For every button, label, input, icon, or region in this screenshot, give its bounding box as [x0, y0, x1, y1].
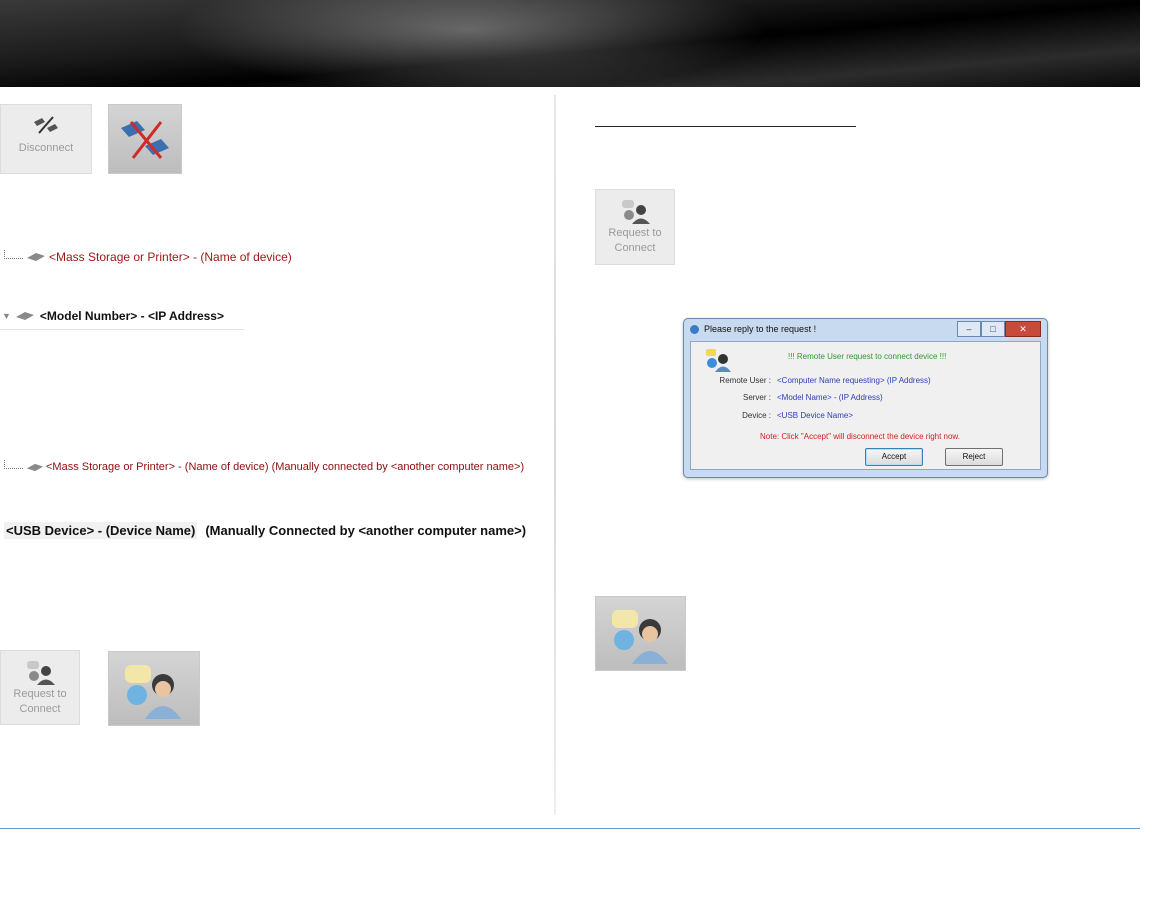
- tree-connector: [4, 249, 23, 259]
- header-banner: [0, 0, 1140, 87]
- server-device-icon: [15, 312, 34, 320]
- storage-device-icon: [26, 463, 44, 471]
- tree-item-mass-storage: <Mass Storage or Printer> - (Name of dev…: [4, 249, 292, 264]
- request-connect-large-icon: [611, 609, 668, 664]
- dialog-note: Note: Click "Accept" will disconnect the…: [760, 432, 960, 441]
- window-controls: – □ ✕: [957, 321, 1041, 337]
- tree-item-label: <Model Number> - <IP Address>: [39, 309, 224, 323]
- request-label-line1: Request to: [608, 227, 662, 239]
- server-label: Server :: [742, 393, 771, 402]
- section-heading-underline: [595, 126, 856, 127]
- storage-device-icon: [27, 253, 45, 261]
- tree-item-label: <Mass Storage or Printer> - (Name of dev…: [49, 250, 292, 264]
- accept-button[interactable]: Accept: [865, 448, 923, 466]
- remote-user-label: Remote User :: [719, 376, 771, 385]
- usb-device-line: <USB Device> - (Device Name) (Manually C…: [4, 522, 526, 539]
- disconnect-large-image: [108, 104, 182, 174]
- dialog-body: !!! Remote User request to connect devic…: [690, 341, 1041, 470]
- column-divider: [554, 95, 556, 815]
- device-label: Device :: [742, 411, 771, 420]
- maximize-icon[interactable]: □: [981, 321, 1005, 337]
- disconnect-label: Disconnect: [18, 142, 74, 154]
- request-connect-button-image: Request to Connect: [0, 650, 80, 725]
- request-connect-icon: [622, 200, 650, 224]
- dialog-message: !!! Remote User request to connect devic…: [788, 352, 947, 361]
- request-connect-large-image: [108, 651, 200, 726]
- tree-item-manually-connected: <Mass Storage or Printer> - (Name of dev…: [4, 459, 525, 473]
- minimize-icon[interactable]: –: [957, 321, 981, 337]
- close-icon[interactable]: ✕: [1005, 321, 1041, 337]
- request-dialog: Please reply to the request ! – □ ✕ !!! …: [683, 318, 1048, 478]
- disconnect-button-image: Disconnect: [0, 104, 92, 174]
- server-value: <Model Name> - (IP Address): [777, 393, 883, 402]
- tree-separator: [0, 329, 244, 330]
- request-label-line1: Request to: [13, 688, 67, 700]
- dialog-app-icon: [690, 325, 699, 334]
- request-label-line2: Connect: [614, 242, 656, 254]
- request-connect-large-icon: [125, 664, 181, 719]
- request-connect-button-image: Request to Connect: [595, 189, 675, 265]
- disconnect-large-icon: [121, 121, 169, 159]
- device-value: <USB Device Name>: [777, 411, 854, 420]
- reject-button[interactable]: Reject: [945, 448, 1003, 466]
- request-connect-icon: [706, 349, 731, 372]
- disconnect-icon: [34, 116, 58, 134]
- request-connect-large-image: [595, 596, 686, 671]
- footer-rule: [0, 828, 1140, 829]
- usb-device-name: <USB Device> - (Device Name): [4, 522, 198, 539]
- tree-item-label: <Mass Storage or Printer> - (Name of dev…: [46, 461, 525, 473]
- remote-user-value: <Computer Name requesting> (IP Address): [777, 376, 931, 385]
- tree-connector: [4, 459, 23, 469]
- tree-item-server: ▼ <Model Number> - <IP Address>: [2, 309, 224, 323]
- manually-connected-by: (Manually Connected by <another computer…: [205, 523, 527, 538]
- request-connect-icon: [27, 661, 55, 685]
- request-label-line2: Connect: [19, 703, 61, 715]
- collapse-arrow-icon: ▼: [2, 311, 11, 321]
- dialog-title: Please reply to the request !: [704, 324, 817, 334]
